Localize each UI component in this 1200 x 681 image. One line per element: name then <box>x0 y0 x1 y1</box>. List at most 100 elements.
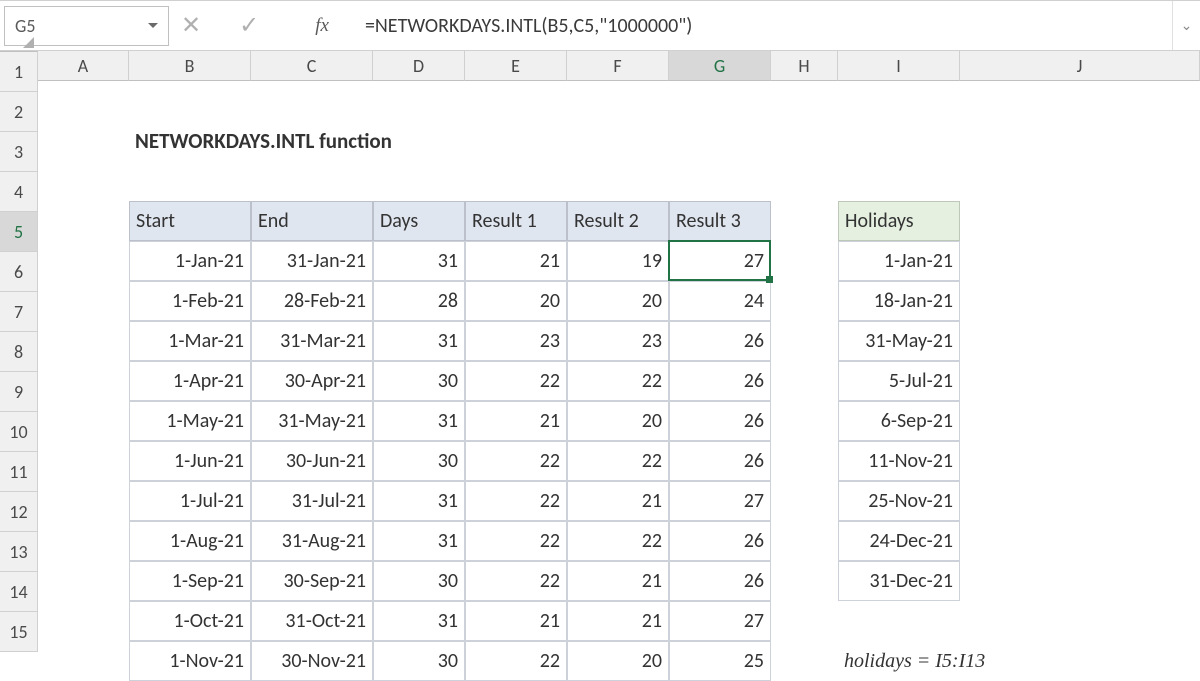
row-header-1[interactable]: 1 <box>0 52 38 92</box>
main-cell-8-1[interactable]: 30-Sep-21 <box>251 561 373 601</box>
main-cell-8-5[interactable]: 26 <box>669 561 771 601</box>
holidays-cell-8[interactable]: 31-Dec-21 <box>838 561 960 601</box>
col-header-B[interactable]: B <box>129 51 251 81</box>
main-cell-10-3[interactable]: 22 <box>465 641 567 681</box>
fx-icon[interactable]: fx <box>297 15 329 37</box>
main-cell-7-4[interactable]: 22 <box>567 521 669 561</box>
main-cell-10-4[interactable]: 20 <box>567 641 669 681</box>
row-header-8[interactable]: 8 <box>0 332 38 372</box>
main-cell-2-3[interactable]: 23 <box>465 321 567 361</box>
row-header-4[interactable]: 4 <box>0 172 38 212</box>
main-header-5[interactable]: Result 3 <box>669 201 771 241</box>
row-header-15[interactable]: 15 <box>0 612 38 652</box>
main-cell-3-3[interactable]: 22 <box>465 361 567 401</box>
main-cell-8-4[interactable]: 21 <box>567 561 669 601</box>
formula-input[interactable] <box>337 14 1172 38</box>
main-cell-10-2[interactable]: 30 <box>373 641 465 681</box>
holidays-cell-6[interactable]: 25-Nov-21 <box>838 481 960 521</box>
row-header-3[interactable]: 3 <box>0 132 38 172</box>
holidays-cell-2[interactable]: 31-May-21 <box>838 321 960 361</box>
main-cell-6-4[interactable]: 21 <box>567 481 669 521</box>
main-cell-5-4[interactable]: 22 <box>567 441 669 481</box>
main-cell-3-5[interactable]: 26 <box>669 361 771 401</box>
main-cell-3-2[interactable]: 30 <box>373 361 465 401</box>
main-cell-10-1[interactable]: 30-Nov-21 <box>251 641 373 681</box>
main-cell-7-2[interactable]: 31 <box>373 521 465 561</box>
main-cell-1-4[interactable]: 20 <box>567 281 669 321</box>
main-cell-7-3[interactable]: 22 <box>465 521 567 561</box>
row-header-6[interactable]: 6 <box>0 252 38 292</box>
col-header-F[interactable]: F <box>567 51 669 81</box>
main-cell-0-1[interactable]: 31-Jan-21 <box>251 241 373 281</box>
main-cell-1-1[interactable]: 28-Feb-21 <box>251 281 373 321</box>
row-header-11[interactable]: 11 <box>0 452 38 492</box>
row-header-10[interactable]: 10 <box>0 412 38 452</box>
main-cell-8-3[interactable]: 22 <box>465 561 567 601</box>
main-cell-6-3[interactable]: 22 <box>465 481 567 521</box>
main-cell-0-2[interactable]: 31 <box>373 241 465 281</box>
main-cell-7-1[interactable]: 31-Aug-21 <box>251 521 373 561</box>
holidays-cell-5[interactable]: 11-Nov-21 <box>838 441 960 481</box>
main-cell-10-0[interactable]: 1-Nov-21 <box>129 641 251 681</box>
main-header-0[interactable]: Start <box>129 201 251 241</box>
main-cell-6-0[interactable]: 1-Jul-21 <box>129 481 251 521</box>
col-header-I[interactable]: I <box>838 51 960 81</box>
holidays-header[interactable]: Holidays <box>838 201 960 241</box>
main-cell-2-4[interactable]: 23 <box>567 321 669 361</box>
main-cell-3-1[interactable]: 30-Apr-21 <box>251 361 373 401</box>
main-cell-5-0[interactable]: 1-Jun-21 <box>129 441 251 481</box>
holidays-cell-4[interactable]: 6-Sep-21 <box>838 401 960 441</box>
select-all-corner[interactable] <box>0 51 38 52</box>
col-header-C[interactable]: C <box>251 51 373 81</box>
main-cell-2-5[interactable]: 26 <box>669 321 771 361</box>
holidays-note[interactable]: holidays = I5:I13 <box>838 641 1058 681</box>
main-cell-7-0[interactable]: 1-Aug-21 <box>129 521 251 561</box>
col-header-D[interactable]: D <box>373 51 465 81</box>
main-cell-10-5[interactable]: 25 <box>669 641 771 681</box>
formula-expand-icon[interactable]: ⌄ <box>1172 1 1200 50</box>
holidays-cell-1[interactable]: 18-Jan-21 <box>838 281 960 321</box>
col-header-A[interactable]: A <box>38 51 129 81</box>
row-header-7[interactable]: 7 <box>0 292 38 332</box>
row-header-12[interactable]: 12 <box>0 492 38 532</box>
main-cell-4-4[interactable]: 20 <box>567 401 669 441</box>
main-cell-2-0[interactable]: 1-Mar-21 <box>129 321 251 361</box>
cancel-icon[interactable]: ✕ <box>181 11 201 40</box>
main-cell-6-1[interactable]: 31-Jul-21 <box>251 481 373 521</box>
row-header-5[interactable]: 5 <box>0 212 38 252</box>
holidays-cell-0[interactable]: 1-Jan-21 <box>838 241 960 281</box>
main-cell-1-2[interactable]: 28 <box>373 281 465 321</box>
holidays-cell-3[interactable]: 5-Jul-21 <box>838 361 960 401</box>
main-cell-1-5[interactable]: 24 <box>669 281 771 321</box>
main-cell-3-0[interactable]: 1-Apr-21 <box>129 361 251 401</box>
main-cell-0-3[interactable]: 21 <box>465 241 567 281</box>
main-cell-2-1[interactable]: 31-Mar-21 <box>251 321 373 361</box>
check-icon[interactable]: ✓ <box>239 11 259 40</box>
main-cell-2-2[interactable]: 31 <box>373 321 465 361</box>
main-cell-0-5[interactable]: 27 <box>669 241 771 281</box>
main-header-4[interactable]: Result 2 <box>567 201 669 241</box>
page-title[interactable]: NETWORKDAYS.INTL function <box>129 121 629 161</box>
main-cell-5-1[interactable]: 30-Jun-21 <box>251 441 373 481</box>
main-cell-7-5[interactable]: 26 <box>669 521 771 561</box>
main-cell-9-0[interactable]: 1-Oct-21 <box>129 601 251 641</box>
main-cell-9-5[interactable]: 27 <box>669 601 771 641</box>
main-cell-9-3[interactable]: 21 <box>465 601 567 641</box>
main-cell-5-5[interactable]: 26 <box>669 441 771 481</box>
col-header-G[interactable]: G <box>669 51 771 81</box>
main-cell-4-2[interactable]: 31 <box>373 401 465 441</box>
holidays-cell-7[interactable]: 24-Dec-21 <box>838 521 960 561</box>
col-header-J[interactable]: J <box>960 51 1200 81</box>
dropdown-icon[interactable] <box>148 23 158 28</box>
main-cell-1-0[interactable]: 1-Feb-21 <box>129 281 251 321</box>
main-cell-9-1[interactable]: 31-Oct-21 <box>251 601 373 641</box>
main-cell-0-4[interactable]: 19 <box>567 241 669 281</box>
col-header-H[interactable]: H <box>771 51 838 81</box>
main-cell-5-2[interactable]: 30 <box>373 441 465 481</box>
main-cell-6-2[interactable]: 31 <box>373 481 465 521</box>
row-header-9[interactable]: 9 <box>0 372 38 412</box>
main-cell-0-0[interactable]: 1-Jan-21 <box>129 241 251 281</box>
row-header-13[interactable]: 13 <box>0 532 38 572</box>
main-cell-4-0[interactable]: 1-May-21 <box>129 401 251 441</box>
main-cell-4-1[interactable]: 31-May-21 <box>251 401 373 441</box>
